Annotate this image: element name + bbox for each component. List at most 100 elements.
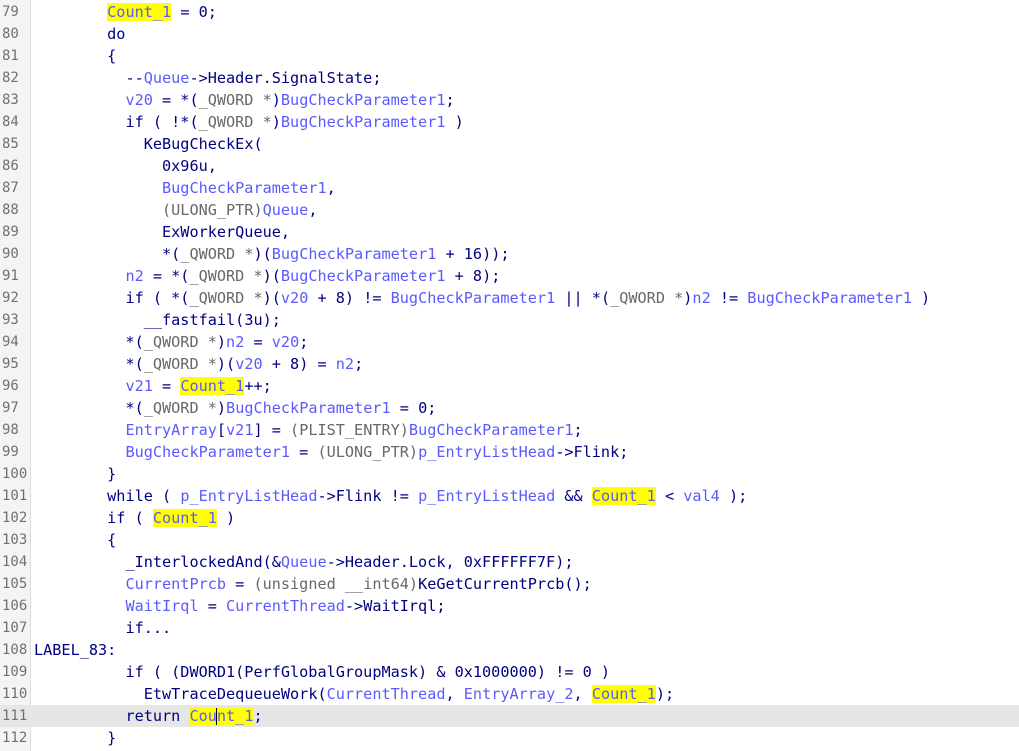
code-text[interactable]: v21 = Count_1++; — [34, 375, 272, 397]
code-text[interactable]: BugCheckParameter1 = (ULONG_PTR)p_EntryL… — [34, 441, 628, 463]
code-text[interactable]: (ULONG_PTR)Queue, — [34, 199, 317, 221]
code-text[interactable]: } — [34, 727, 116, 749]
code-line[interactable]: 99 BugCheckParameter1 = (ULONG_PTR)p_Ent… — [0, 441, 1019, 463]
code-text[interactable]: __fastfail(3u); — [34, 309, 281, 331]
identifier[interactable]: v20 — [281, 289, 308, 307]
code-text[interactable]: CurrentPrcb = (unsigned __int64)KeGetCur… — [34, 573, 591, 595]
code-text[interactable]: Count_1 = 0; — [34, 1, 217, 23]
code-line[interactable]: 94 *(_QWORD *)n2 = v20; — [0, 331, 1019, 353]
identifier[interactable]: v21 — [125, 377, 152, 395]
code-line[interactable]: 106 WaitIrql = CurrentThread->WaitIrql; — [0, 595, 1019, 617]
code-line[interactable]: 102 if ( Count_1 ) — [0, 507, 1019, 529]
code-text[interactable]: if... — [34, 617, 171, 639]
highlighted-identifier[interactable]: Count_1 — [180, 377, 245, 395]
code-line[interactable]: 91 n2 = *(_QWORD *)(BugCheckParameter1 +… — [0, 265, 1019, 287]
identifier[interactable]: BugCheckParameter1 — [281, 267, 446, 285]
code-text[interactable]: *(_QWORD *)n2 = v20; — [34, 331, 308, 353]
code-line[interactable]: 108 LABEL_83: — [0, 639, 1019, 661]
code-text[interactable]: v20 = *(_QWORD *)BugCheckParameter1; — [34, 89, 454, 111]
code-text[interactable]: { — [34, 45, 116, 67]
identifier[interactable]: CurrentThread — [327, 685, 446, 703]
identifier[interactable]: p_EntryListHead — [180, 487, 317, 505]
identifier[interactable]: v21 — [226, 421, 253, 439]
code-text[interactable]: ExWorkerQueue, — [34, 221, 290, 243]
code-text[interactable]: while ( p_EntryListHead->Flink != p_Entr… — [34, 485, 747, 507]
identifier[interactable]: v20 — [125, 91, 152, 109]
code-text[interactable]: LABEL_83: — [34, 639, 116, 661]
highlighted-identifier[interactable]: Count_1 — [107, 3, 172, 21]
code-line[interactable]: 104 _InterlockedAnd(&Queue->Header.Lock,… — [0, 551, 1019, 573]
identifier[interactable]: CurrentPrcb — [125, 575, 226, 593]
code-text[interactable]: WaitIrql = CurrentThread->WaitIrql; — [34, 595, 445, 617]
highlighted-identifier[interactable]: Count_1 — [152, 509, 217, 527]
code-text[interactable]: EtwTraceDequeueWork(CurrentThread, Entry… — [34, 683, 674, 705]
identifier[interactable]: n2 — [226, 333, 244, 351]
code-line[interactable]: 103 { — [0, 529, 1019, 551]
code-line[interactable]: 86 0x96u, — [0, 155, 1019, 177]
code-line[interactable]: 96 v21 = Count_1++; — [0, 375, 1019, 397]
identifier[interactable]: p_EntryListHead — [418, 487, 555, 505]
code-line[interactable]: 93 __fastfail(3u); — [0, 309, 1019, 331]
code-text[interactable]: *(_QWORD *)(v20 + 8) = n2; — [34, 353, 363, 375]
identifier[interactable]: BugCheckParameter1 — [162, 179, 327, 197]
identifier[interactable]: Queue — [281, 553, 327, 571]
identifier[interactable]: BugCheckParameter1 — [281, 113, 446, 131]
highlighted-identifier[interactable]: Count_1 — [189, 707, 254, 725]
code-line[interactable]: 112 } — [0, 727, 1019, 749]
identifier[interactable]: n2 — [125, 267, 143, 285]
code-line[interactable]: 82 --Queue->Header.SignalState; — [0, 67, 1019, 89]
code-line[interactable]: 84 if ( !*(_QWORD *)BugCheckParameter1 ) — [0, 111, 1019, 133]
identifier[interactable]: n2 — [692, 289, 710, 307]
code-text[interactable]: *(_QWORD *)BugCheckParameter1 = 0; — [34, 397, 436, 419]
code-line[interactable]: 97 *(_QWORD *)BugCheckParameter1 = 0; — [0, 397, 1019, 419]
pseudocode-editor[interactable]: 79 Count_1 = 0; 80 do 81 {82 --Queue->Head… — [0, 0, 1019, 751]
identifier[interactable]: BugCheckParameter1 — [409, 421, 574, 439]
code-line[interactable]: 107 if... — [0, 617, 1019, 639]
code-text[interactable]: if ( *(_QWORD *)(v20 + 8) != BugCheckPar… — [34, 287, 930, 309]
code-text[interactable]: if ( !*(_QWORD *)BugCheckParameter1 ) — [34, 111, 463, 133]
code-line[interactable]: 100 } — [0, 463, 1019, 485]
identifier[interactable]: n2 — [336, 355, 354, 373]
highlighted-identifier[interactable]: Count_1 — [591, 487, 656, 505]
identifier[interactable]: BugCheckParameter1 — [281, 91, 446, 109]
code-line[interactable]: 89 ExWorkerQueue, — [0, 221, 1019, 243]
identifier[interactable]: val4 — [683, 487, 720, 505]
highlighted-identifier[interactable]: Count_1 — [591, 685, 656, 703]
code-text[interactable]: BugCheckParameter1, — [34, 177, 336, 199]
identifier[interactable]: BugCheckParameter1 — [125, 443, 290, 461]
code-line[interactable]: 92 if ( *(_QWORD *)(v20 + 8) != BugCheck… — [0, 287, 1019, 309]
code-text[interactable]: return Count_1; — [34, 705, 263, 727]
identifier[interactable]: BugCheckParameter1 — [391, 289, 556, 307]
identifier[interactable]: CurrentThread — [226, 597, 345, 615]
code-text[interactable]: do — [34, 23, 125, 45]
identifier[interactable]: Queue — [263, 201, 309, 219]
identifier[interactable]: v20 — [235, 355, 262, 373]
code-line[interactable]: 81 { — [0, 45, 1019, 67]
code-line[interactable]: 109 if ( (DWORD1(PerfGlobalGroupMask) & … — [0, 661, 1019, 683]
code-text[interactable]: --Queue->Header.SignalState; — [34, 67, 381, 89]
identifier[interactable]: EntryArray — [125, 421, 216, 439]
code-line[interactable]: 87 BugCheckParameter1, — [0, 177, 1019, 199]
code-line[interactable]: 79 Count_1 = 0; — [0, 1, 1019, 23]
code-text[interactable]: n2 = *(_QWORD *)(BugCheckParameter1 + 8)… — [34, 265, 500, 287]
code-line[interactable]: 80 do — [0, 23, 1019, 45]
identifier[interactable]: p_EntryListHead — [418, 443, 555, 461]
code-text[interactable]: KeBugCheckEx( — [34, 133, 263, 155]
code-line[interactable]: 101 while ( p_EntryListHead->Flink != p_… — [0, 485, 1019, 507]
code-text[interactable]: { — [34, 529, 116, 551]
code-text[interactable]: 0x96u, — [34, 155, 217, 177]
code-line[interactable]: 90 *(_QWORD *)(BugCheckParameter1 + 16))… — [0, 243, 1019, 265]
code-line[interactable]: 111 return Count_1; — [0, 705, 1019, 727]
code-text[interactable]: EntryArray[v21] = (PLIST_ENTRY)BugCheckP… — [34, 419, 582, 441]
code-line[interactable]: 105 CurrentPrcb = (unsigned __int64)KeGe… — [0, 573, 1019, 595]
code-line[interactable]: 85 KeBugCheckEx( — [0, 133, 1019, 155]
code-line[interactable]: 83 v20 = *(_QWORD *)BugCheckParameter1; — [0, 89, 1019, 111]
code-text[interactable]: if ( (DWORD1(PerfGlobalGroupMask) & 0x10… — [34, 661, 610, 683]
code-line[interactable]: 95 *(_QWORD *)(v20 + 8) = n2; — [0, 353, 1019, 375]
code-text[interactable]: *(_QWORD *)(BugCheckParameter1 + 16)); — [34, 243, 510, 265]
code-text[interactable]: } — [34, 463, 116, 485]
identifier[interactable]: BugCheckParameter1 — [272, 245, 437, 263]
identifier[interactable]: Queue — [144, 69, 190, 87]
code-text[interactable]: _InterlockedAnd(&Queue->Header.Lock, 0xF… — [34, 551, 573, 573]
code-line[interactable]: 98 EntryArray[v21] = (PLIST_ENTRY)BugChe… — [0, 419, 1019, 441]
